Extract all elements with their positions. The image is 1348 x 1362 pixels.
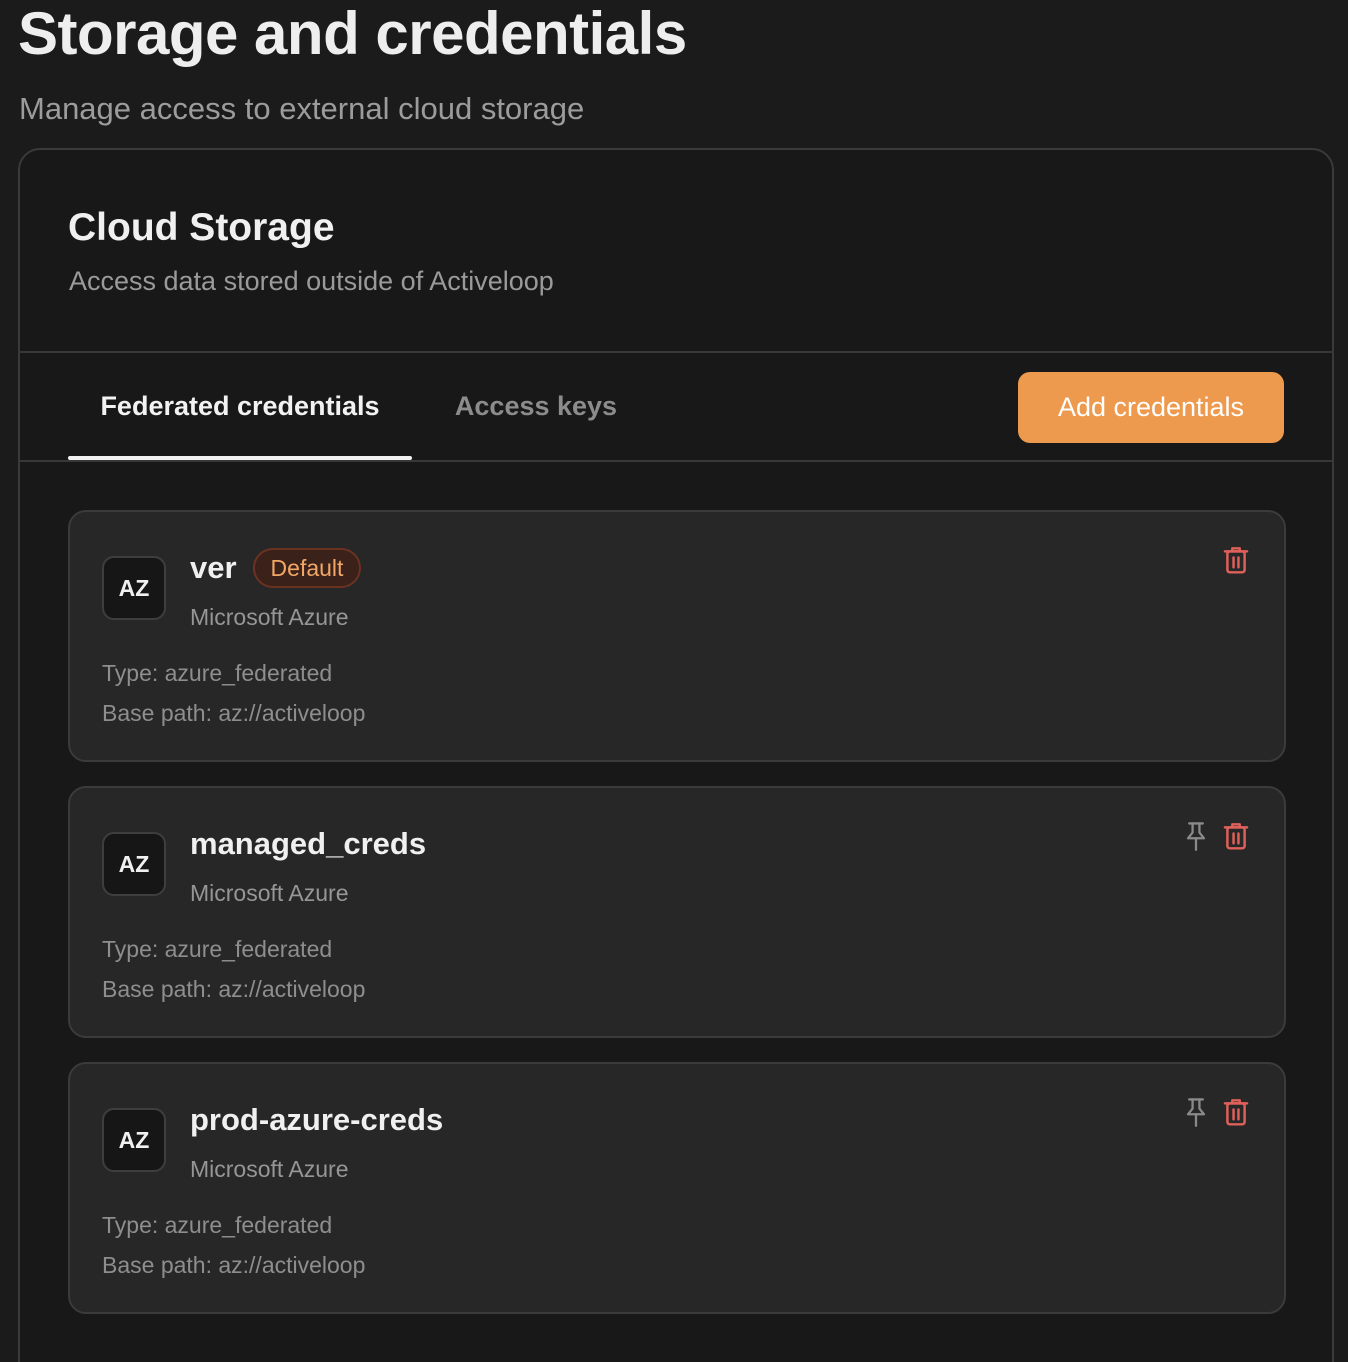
trash-icon[interactable] [1218, 542, 1254, 578]
tab-access-keys[interactable]: Access keys [438, 352, 634, 460]
trash-icon[interactable] [1218, 1094, 1254, 1130]
credential-type: Type: azure_federated [102, 1212, 333, 1238]
tab-label: Federated credentials [100, 390, 380, 421]
credential-card: AZ prod-azure-creds Microsoft Azure Type… [68, 1062, 1286, 1314]
page-subtitle: Manage access to external cloud storage [19, 91, 585, 126]
pin-icon[interactable] [1178, 818, 1214, 854]
provider-avatar: AZ [102, 832, 166, 896]
credential-provider: Microsoft Azure [190, 880, 349, 906]
pin-icon[interactable] [1178, 1094, 1214, 1130]
tab-federated-credentials[interactable]: Federated credentials [68, 352, 412, 460]
panel-header: Cloud Storage Access data stored outside… [20, 150, 1332, 352]
page-title: Storage and credentials [18, 0, 687, 67]
credential-base-path: Base path: az://activeloop [102, 700, 366, 726]
panel-description: Access data stored outside of Activeloop [69, 266, 554, 296]
tabs-divider [20, 460, 1332, 462]
credential-type: Type: azure_federated [102, 660, 333, 686]
panel-title: Cloud Storage [68, 206, 335, 249]
cloud-storage-panel: Cloud Storage Access data stored outside… [18, 148, 1334, 1362]
credential-header: prod-azure-creds [190, 1098, 443, 1142]
credential-provider: Microsoft Azure [190, 604, 349, 630]
credential-header: managed_creds [190, 822, 426, 866]
credential-type: Type: azure_federated [102, 936, 333, 962]
credentials-list: AZ ver Default Microsoft Azure Type: azu… [68, 510, 1286, 1338]
credential-header: ver Default [190, 546, 362, 590]
credential-provider: Microsoft Azure [190, 1156, 349, 1182]
tab-label: Access keys [454, 390, 618, 421]
default-badge: Default [252, 548, 362, 588]
provider-avatar: AZ [102, 556, 166, 620]
add-credentials-button[interactable]: Add credentials [1018, 372, 1284, 443]
credential-name: managed_creds [190, 826, 427, 861]
tabs-bar: Federated credentials Access keys Add cr… [20, 352, 1332, 462]
storage-credentials-page: Storage and credentials Manage access to… [0, 0, 1348, 1362]
provider-avatar: AZ [102, 1108, 166, 1172]
credential-name: prod-azure-creds [190, 1102, 444, 1137]
credential-card: AZ ver Default Microsoft Azure Type: azu… [68, 510, 1286, 762]
credential-card: AZ managed_creds Microsoft Azure Type: a… [68, 786, 1286, 1038]
credential-base-path: Base path: az://activeloop [102, 976, 366, 1002]
credential-name: ver [190, 550, 237, 585]
trash-icon[interactable] [1218, 818, 1254, 854]
credential-base-path: Base path: az://activeloop [102, 1252, 366, 1278]
